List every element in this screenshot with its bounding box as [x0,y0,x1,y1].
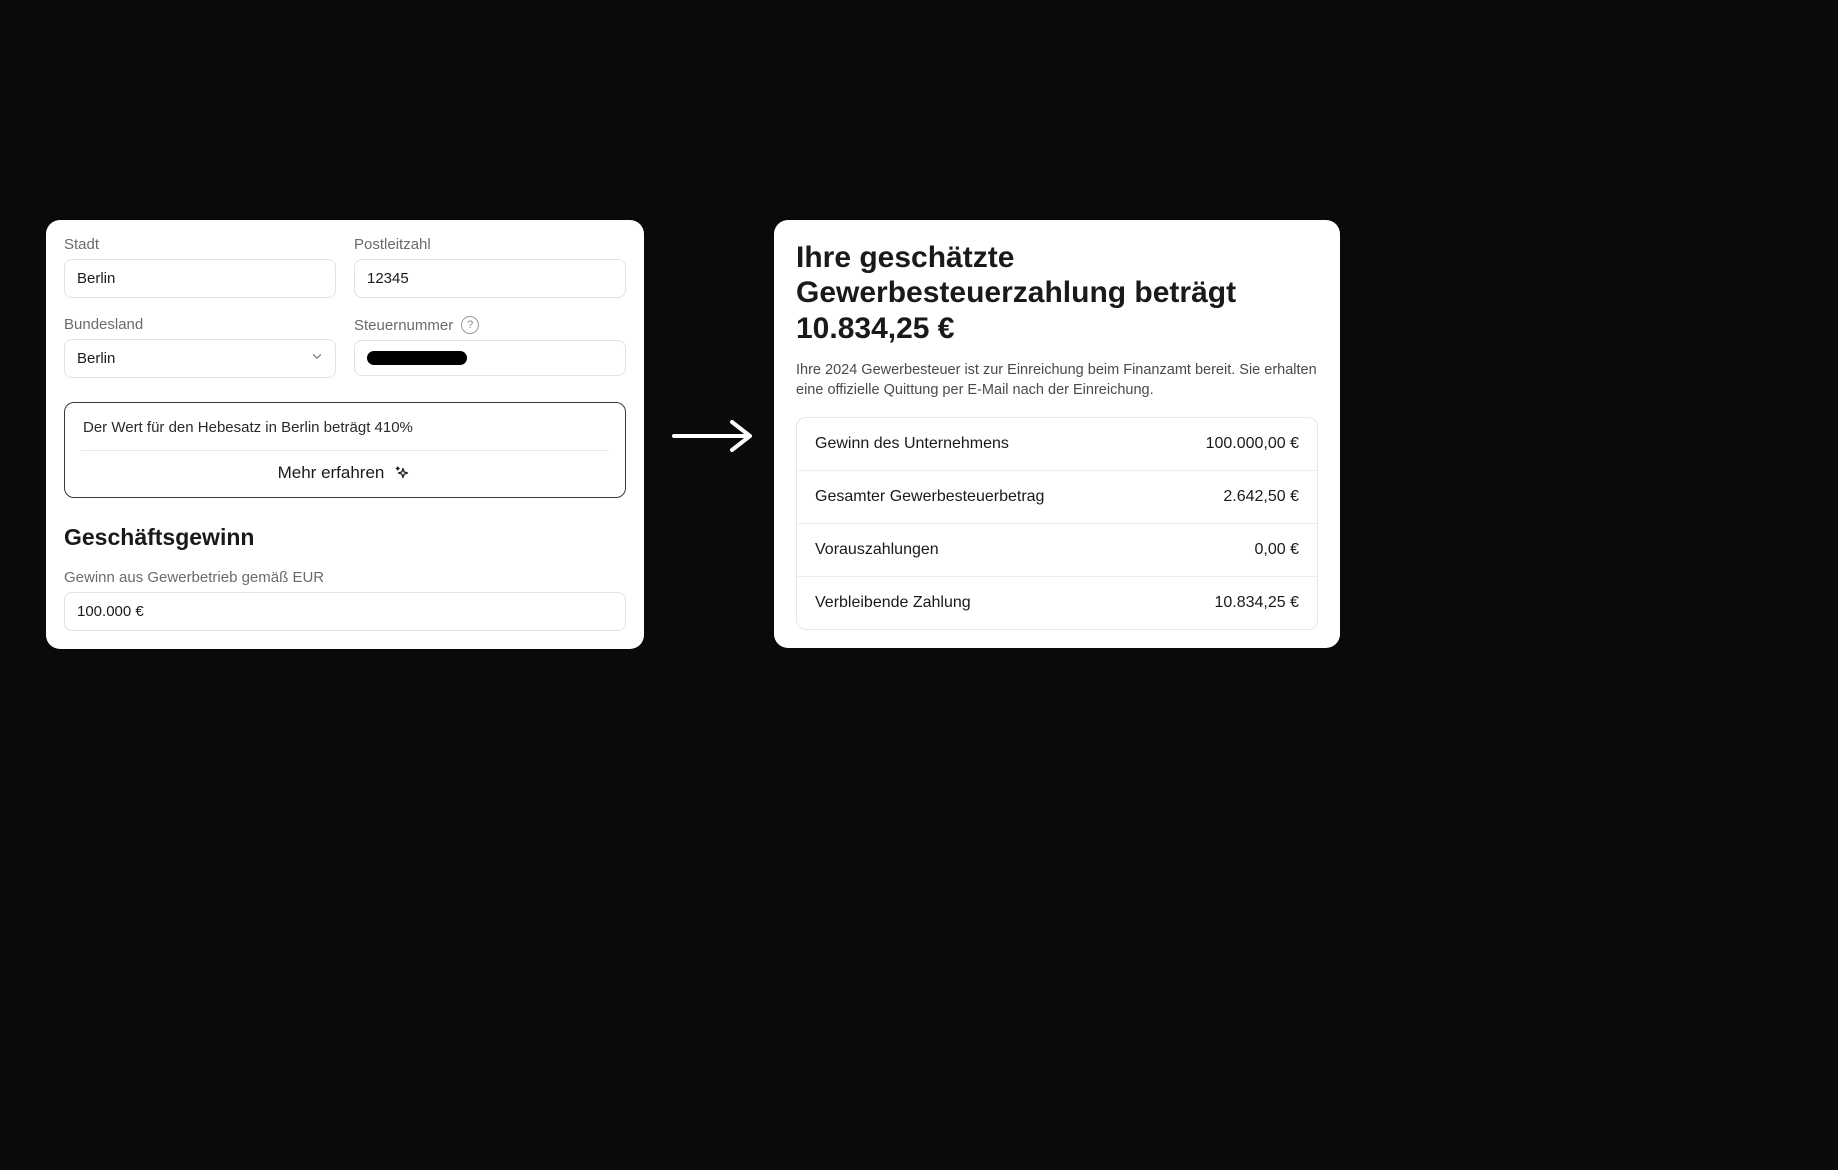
hebesatz-info-box: Der Wert für den Hebesatz in Berlin betr… [64,402,626,498]
summary-label: Verbleibende Zahlung [815,594,971,612]
state-select[interactable]: Berlin [64,339,336,378]
summary-row: Verbleibende Zahlung 10.834,25 € [797,576,1317,629]
city-label: Stadt [64,236,336,253]
summary-value: 10.834,25 € [1214,594,1299,612]
city-input[interactable] [64,259,336,298]
taxnum-label-text: Steuernummer [354,317,453,334]
state-field: Bundesland Berlin [64,316,336,378]
summary-table: Gewinn des Unternehmens 100.000,00 € Ges… [796,417,1318,630]
summary-row: Vorauszahlungen 0,00 € [797,523,1317,576]
state-label: Bundesland [64,316,336,333]
learn-more-button[interactable]: Mehr erfahren [83,461,607,483]
taxnum-label: Steuernummer ? [354,316,626,334]
learn-more-label: Mehr erfahren [278,463,385,483]
city-field: Stadt [64,236,336,298]
sparkle-icon [394,464,412,482]
summary-label: Gesamter Gewerbesteuerbetrag [815,488,1044,506]
profit-input[interactable] [64,592,626,631]
help-icon[interactable]: ? [461,316,479,334]
result-title: Ihre geschätzte Gewerbesteuerzahlung bet… [796,240,1318,346]
tax-form-card: Stadt Postleitzahl Bundesland Berlin Ste… [46,220,644,649]
arrow-right-icon [670,416,756,461]
postal-input[interactable] [354,259,626,298]
summary-label: Vorauszahlungen [815,541,939,559]
postal-label: Postleitzahl [354,236,626,253]
summary-row: Gesamter Gewerbesteuerbetrag 2.642,50 € [797,470,1317,523]
postal-field: Postleitzahl [354,236,626,298]
redacted-value [367,351,467,365]
tax-result-card: Ihre geschätzte Gewerbesteuerzahlung bet… [774,220,1340,648]
summary-row: Gewinn des Unternehmens 100.000,00 € [797,418,1317,470]
summary-value: 100.000,00 € [1206,435,1299,453]
summary-label: Gewinn des Unternehmens [815,435,1009,453]
hebesatz-info-text: Der Wert für den Hebesatz in Berlin betr… [83,419,607,450]
summary-value: 2.642,50 € [1223,488,1299,506]
summary-value: 0,00 € [1255,541,1299,559]
taxnum-input[interactable] [354,340,626,376]
taxnum-field: Steuernummer ? [354,316,626,378]
profit-label: Gewinn aus Gewerbetrieb gemäß EUR [64,569,626,586]
profit-section-title: Geschäftsgewinn [64,524,626,551]
result-description: Ihre 2024 Gewerbesteuer ist zur Einreich… [796,360,1318,401]
divider [81,450,609,451]
